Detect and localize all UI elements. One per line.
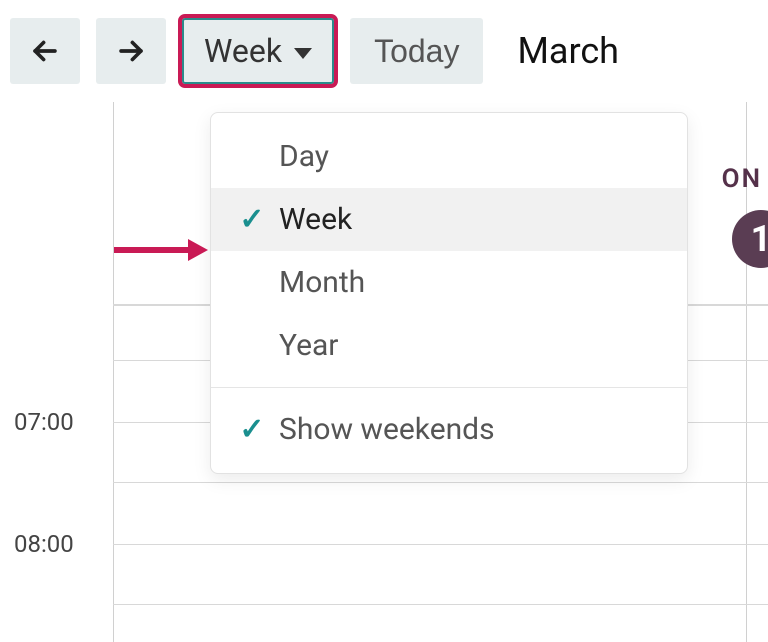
menu-item-week[interactable]: ✓ Week [211, 188, 687, 251]
today-button[interactable]: Today [350, 18, 483, 84]
calendar-toolbar: Week Today March [0, 0, 768, 102]
day-number-badge[interactable]: 1 [732, 210, 768, 268]
view-dropdown-label: Week [204, 32, 282, 70]
menu-item-label: Week [279, 202, 352, 237]
month-label: March [517, 30, 619, 72]
arrow-left-icon [28, 34, 62, 68]
check-icon: ✓ [239, 202, 265, 237]
menu-divider [211, 387, 687, 388]
day-header-abbr: ON [722, 164, 762, 194]
check-icon: ✓ [239, 412, 265, 447]
menu-item-show-weekends[interactable]: ✓ Show weekends [211, 398, 687, 461]
menu-item-day[interactable]: Day [211, 125, 687, 188]
time-label-07: 07:00 [14, 408, 74, 436]
grid-line [113, 544, 768, 545]
arrow-right-icon [114, 34, 148, 68]
menu-item-month[interactable]: Month [211, 251, 687, 314]
grid-line [113, 604, 768, 605]
menu-item-label: Show weekends [279, 412, 495, 447]
grid-line [113, 482, 768, 483]
grid-line [113, 102, 114, 642]
annotation-arrow-icon [112, 236, 208, 264]
time-column: 07:00 08:00 [0, 102, 110, 642]
view-dropdown-menu: Day ✓ Week Month Year ✓ Show weekends [210, 112, 688, 474]
time-label-08: 08:00 [14, 530, 74, 558]
menu-item-year[interactable]: Year [211, 314, 687, 377]
menu-item-label: Day [279, 139, 329, 174]
menu-item-label: Month [279, 265, 365, 300]
menu-item-label: Year [279, 328, 338, 363]
caret-down-icon [294, 48, 312, 59]
prev-button[interactable] [10, 18, 80, 84]
next-button[interactable] [96, 18, 166, 84]
view-dropdown-button[interactable]: Week [182, 18, 334, 84]
